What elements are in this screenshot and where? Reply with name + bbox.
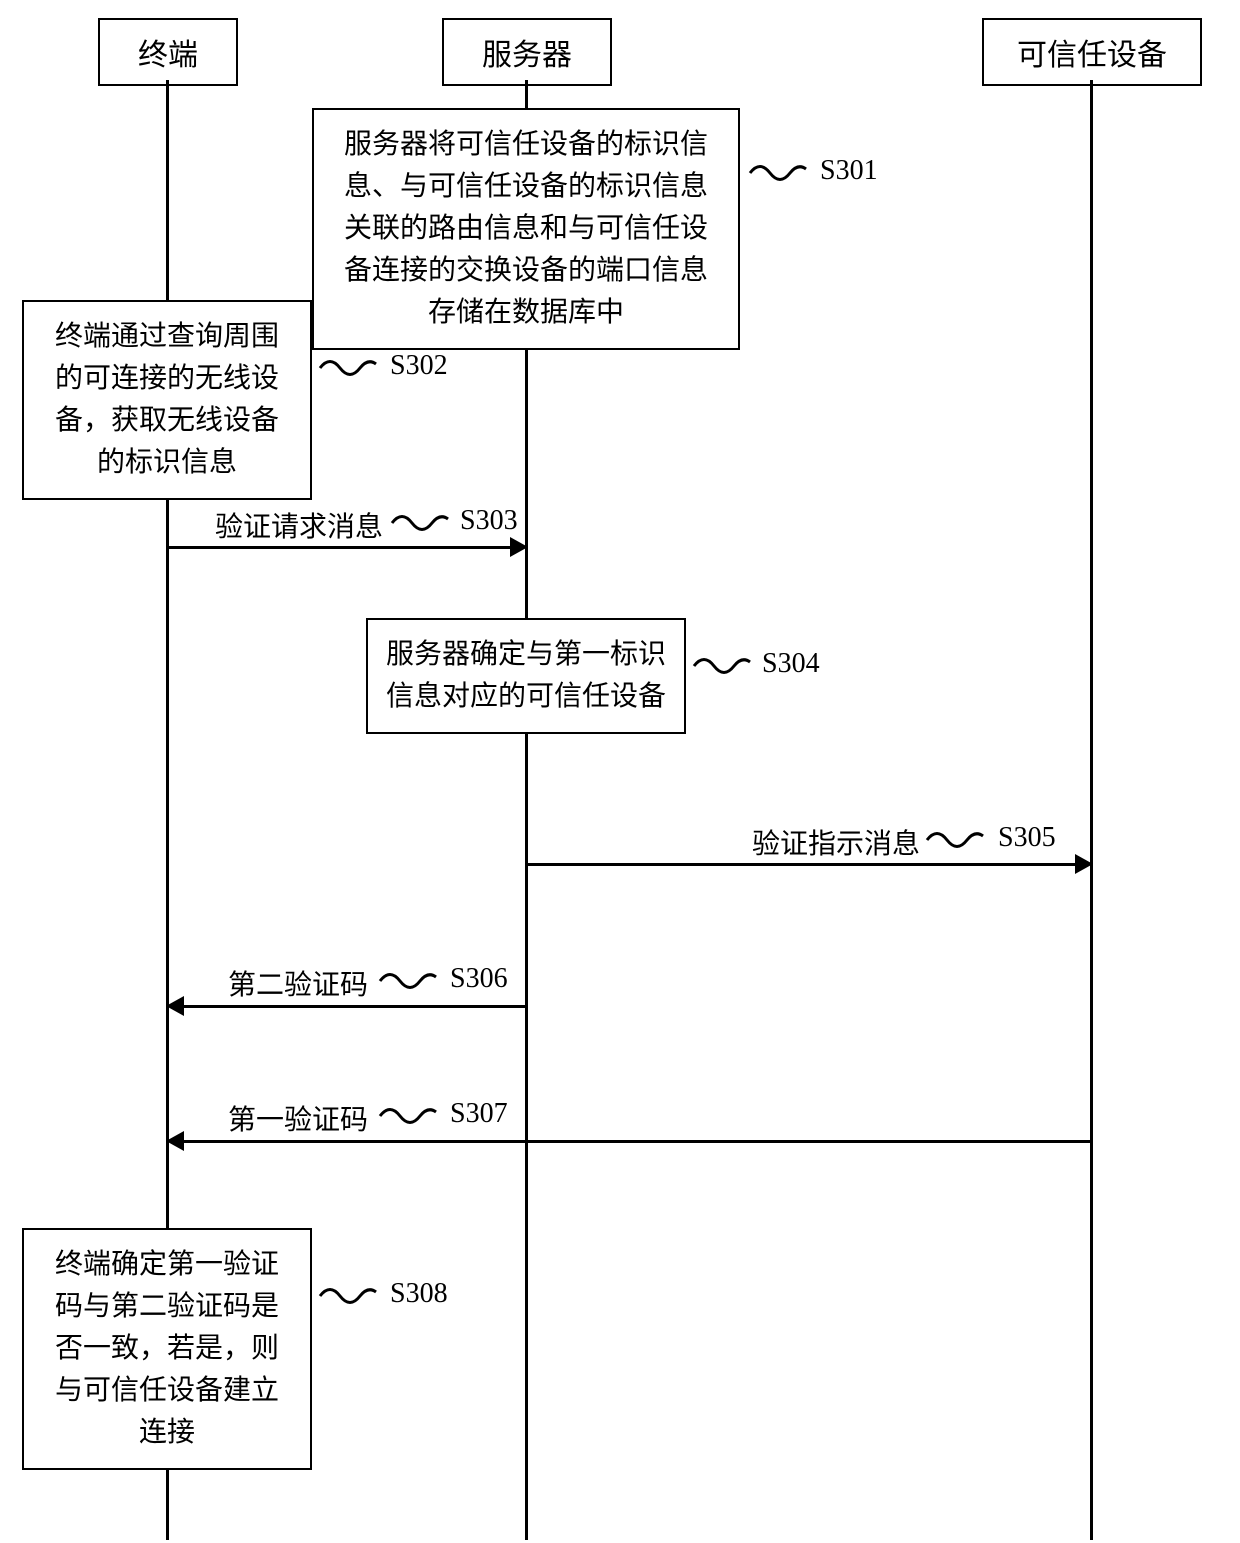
squiggle-icon xyxy=(318,1278,378,1308)
msg-s303-line xyxy=(168,546,513,549)
step-s303-id: S303 xyxy=(460,505,518,537)
msg-s303-label: 验证请求消息 xyxy=(215,505,383,545)
step-s301-id: S301 xyxy=(820,155,878,187)
squiggle-icon xyxy=(692,648,752,678)
msg-s307-line xyxy=(182,1140,1090,1143)
step-s302-id: S302 xyxy=(390,350,448,382)
step-s302-box: 终端通过查询周围的可连接的无线设备，获取无线设备的标识信息 xyxy=(22,300,312,500)
step-s304-id: S304 xyxy=(762,648,820,680)
arrowhead-right-icon xyxy=(510,537,528,557)
step-s305-id: S305 xyxy=(998,822,1056,854)
step-s308-box: 终端确定第一验证码与第二验证码是否一致，若是，则与可信任设备建立连接 xyxy=(22,1228,312,1470)
arrowhead-left-icon xyxy=(166,1131,184,1151)
squiggle-icon xyxy=(378,1098,438,1128)
msg-s306-line xyxy=(182,1005,528,1008)
squiggle-icon xyxy=(390,505,450,535)
lifeline-trusted-device xyxy=(1090,80,1093,1540)
squiggle-icon xyxy=(748,155,808,185)
msg-s305-label: 验证指示消息 xyxy=(752,822,920,862)
step-s308-id: S308 xyxy=(390,1278,448,1310)
msg-s305-line xyxy=(527,863,1075,866)
actor-terminal: 终端 xyxy=(98,18,238,86)
arrowhead-right-icon xyxy=(1075,854,1093,874)
msg-s306-label: 第二验证码 xyxy=(228,963,368,1003)
squiggle-icon xyxy=(378,963,438,993)
step-s304-box: 服务器确定与第一标识信息对应的可信任设备 xyxy=(366,618,686,734)
step-s307-id: S307 xyxy=(450,1098,508,1130)
step-s301-box: 服务器将可信任设备的标识信息、与可信任设备的标识信息关联的路由信息和与可信任设备… xyxy=(312,108,740,350)
actor-trusted-device: 可信任设备 xyxy=(982,18,1202,86)
actor-server: 服务器 xyxy=(442,18,612,86)
arrowhead-left-icon xyxy=(166,996,184,1016)
squiggle-icon xyxy=(318,350,378,380)
squiggle-icon xyxy=(925,822,985,852)
step-s306-id: S306 xyxy=(450,963,508,995)
msg-s307-label: 第一验证码 xyxy=(228,1098,368,1138)
